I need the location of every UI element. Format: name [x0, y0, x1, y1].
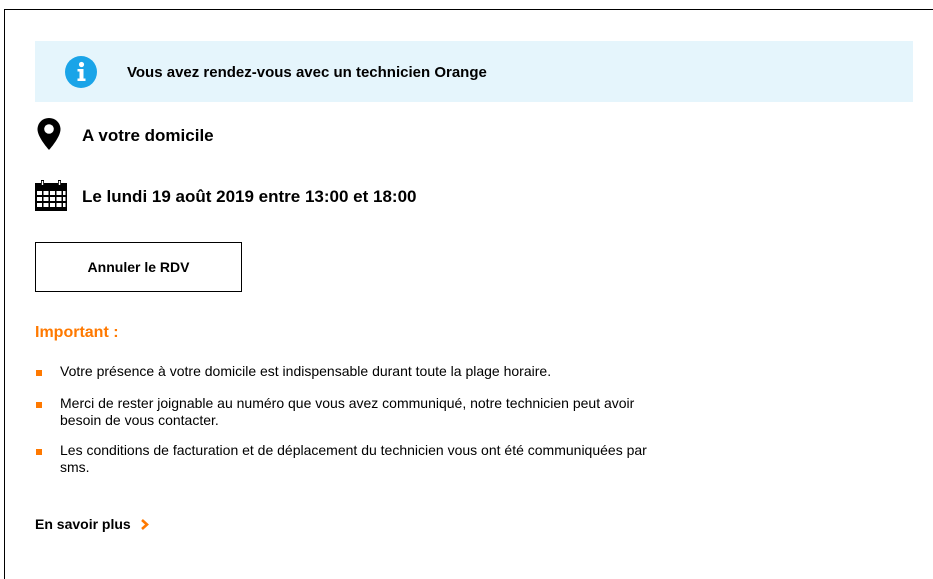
bullet-square-icon	[36, 370, 42, 376]
bullet-square-icon	[36, 449, 42, 455]
list-item: Les conditions de facturation et de dépl…	[35, 442, 655, 476]
chevron-right-icon	[140, 518, 149, 530]
location-text: A votre domicile	[82, 126, 214, 145]
learn-more-label: En savoir plus	[35, 516, 131, 532]
list-item-text: Les conditions de facturation et de dépl…	[60, 442, 647, 475]
learn-more-link[interactable]: En savoir plus	[35, 516, 149, 532]
map-pin-icon	[37, 118, 61, 150]
cancel-appointment-button[interactable]: Annuler le RDV	[35, 242, 242, 292]
list-item: Votre présence à votre domicile est indi…	[35, 363, 655, 380]
calendar-icon	[35, 180, 67, 211]
info-icon	[65, 56, 97, 88]
important-list: Votre présence à votre domicile est indi…	[35, 363, 655, 491]
appointment-date-text: Le lundi 19 août 2019 entre 13:00 et 18:…	[82, 187, 417, 206]
info-banner: Vous avez rendez-vous avec un technicien…	[35, 41, 913, 102]
info-banner-text: Vous avez rendez-vous avec un technicien…	[127, 64, 487, 81]
list-item: Merci de rester joignable au numéro que …	[35, 395, 655, 429]
list-item-text: Votre présence à votre domicile est indi…	[60, 363, 552, 379]
list-item-text: Merci de rester joignable au numéro que …	[60, 395, 635, 428]
bullet-square-icon	[36, 402, 42, 408]
important-title: Important :	[35, 324, 119, 341]
